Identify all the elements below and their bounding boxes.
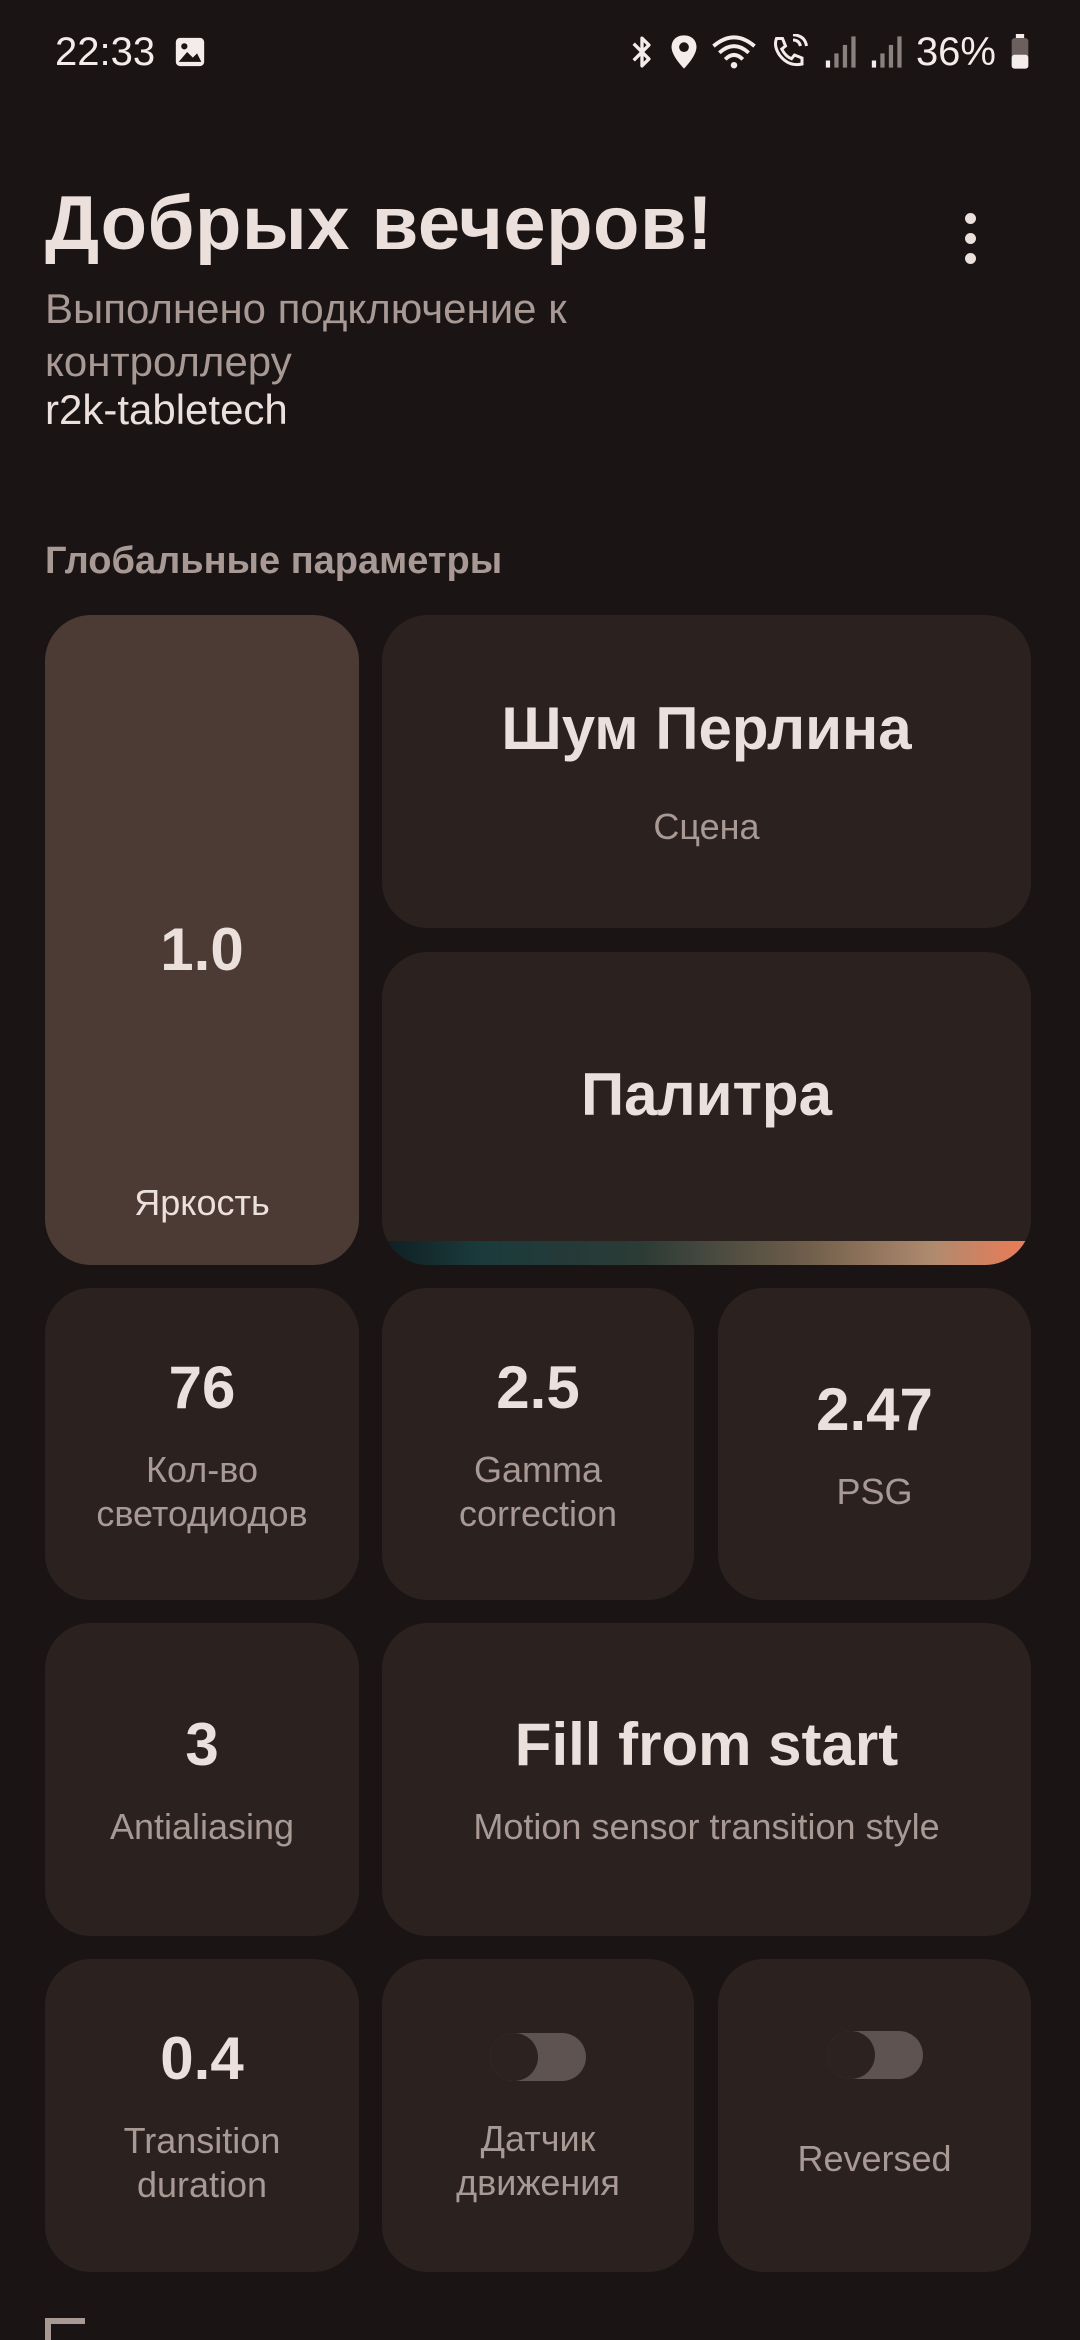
motion-sensor-tile[interactable]: Датчик движения bbox=[382, 1959, 694, 2272]
transition-style-tile[interactable]: Fill from start Motion sensor transition… bbox=[382, 1623, 1031, 1936]
transition-duration-tile[interactable]: 0.4 Transition duration bbox=[45, 1959, 359, 2272]
antialiasing-label: Antialiasing bbox=[109, 1806, 295, 1847]
brightness-label: Яркость bbox=[134, 1182, 270, 1223]
scene-tile[interactable]: Шум Перлина Сцена bbox=[382, 615, 1031, 928]
transition-style-label: Motion sensor transition style bbox=[473, 1806, 940, 1847]
status-time: 22:33 bbox=[55, 29, 156, 74]
wifi-calling-icon bbox=[770, 34, 810, 70]
image-icon bbox=[173, 35, 207, 69]
scene-label: Сцена bbox=[653, 806, 760, 847]
transition-duration-label: Transition duration bbox=[123, 2120, 281, 2205]
motion-sensor-toggle[interactable] bbox=[490, 2032, 586, 2081]
palette-gradient-preview bbox=[382, 1241, 1031, 1265]
location-icon bbox=[670, 34, 698, 70]
gamma-label: Gamma correction bbox=[458, 1448, 618, 1534]
led-count-label: Кол-во светодиодов bbox=[96, 1448, 308, 1534]
led-count-tile[interactable]: 76 Кол-во светодиодов bbox=[45, 1288, 359, 1600]
brightness-value: 1.0 bbox=[160, 916, 244, 983]
psg-label: PSG bbox=[836, 1470, 913, 1512]
reversed-label: Reversed bbox=[797, 2137, 952, 2179]
led-count-value: 76 bbox=[168, 1353, 236, 1421]
reversed-toggle[interactable] bbox=[826, 2030, 923, 2079]
battery-icon bbox=[1010, 34, 1030, 70]
wifi-icon bbox=[712, 34, 756, 70]
transition-duration-value: 0.4 bbox=[160, 2025, 244, 2092]
transition-style-value: Fill from start bbox=[514, 1711, 899, 1778]
battery-percent: 36% bbox=[915, 29, 996, 74]
more-vert-icon[interactable] bbox=[940, 200, 1000, 276]
gamma-value: 2.5 bbox=[496, 1353, 580, 1421]
signal-icon bbox=[870, 35, 902, 69]
connection-status: Выполнено подключение к контроллеру bbox=[45, 285, 567, 385]
gamma-tile[interactable]: 2.5 Gamma correction bbox=[382, 1288, 694, 1600]
bluetooth-icon bbox=[628, 34, 656, 70]
brightness-tile[interactable]: 1.0 Яркость bbox=[45, 615, 359, 1265]
scene-value: Шум Перлина bbox=[501, 695, 912, 762]
controller-name: r2k-tabletech bbox=[45, 386, 288, 433]
antialiasing-value: 3 bbox=[185, 1711, 219, 1778]
antialiasing-tile[interactable]: 3 Antialiasing bbox=[45, 1623, 359, 1936]
signal-icon bbox=[824, 35, 856, 69]
palette-tile[interactable]: Палитра bbox=[382, 952, 1031, 1265]
reversed-tile[interactable]: Reversed bbox=[718, 1959, 1031, 2272]
next-section-title-partial bbox=[45, 2318, 85, 2340]
greeting-title: Добрых вечеров! bbox=[45, 181, 714, 266]
motion-sensor-label: Датчик движения bbox=[456, 2117, 620, 2203]
palette-value: Палитра bbox=[581, 1061, 832, 1128]
psg-value: 2.47 bbox=[816, 1375, 933, 1443]
section-title: Глобальные параметры bbox=[45, 540, 503, 582]
status-bar: 22:33 36% bbox=[0, 0, 1080, 104]
psg-tile[interactable]: 2.47 PSG bbox=[718, 1288, 1031, 1600]
